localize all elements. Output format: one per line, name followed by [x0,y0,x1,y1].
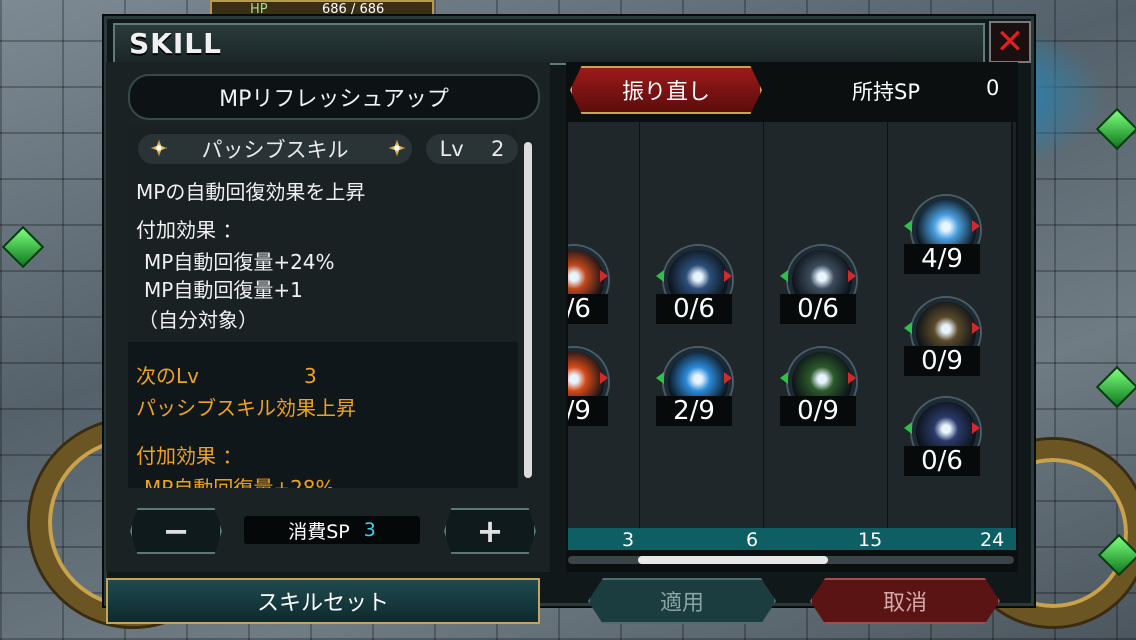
next-level-value: 3 [304,364,317,388]
arrow-right-icon [724,270,732,282]
waypoint-gem-right-mid [1095,365,1136,409]
tree-scrollbar[interactable] [568,556,1014,564]
arrow-right-icon [972,220,980,232]
scroll-thumb[interactable] [524,142,532,478]
title-bar: SKILL [113,23,985,65]
skill-node-level: 4/9 [904,244,980,274]
arrow-right-icon [600,270,608,282]
next-effect-header: 付加効果 ： [136,444,243,468]
arrow-left-icon [904,322,912,334]
level-label: Lv [439,137,464,161]
waypoint-gem-left [1,225,45,269]
skill-node[interactable]: 0/6 [632,246,756,326]
skillset-button[interactable]: スキルセット [106,578,540,624]
skill-level-pill: Lv 2 [426,134,518,164]
plus-icon: + [476,512,504,550]
tier-label: 3 [622,529,635,551]
skill-node-level: 0/9 [780,396,856,426]
arrow-right-icon [972,322,980,334]
close-icon: ✕ [995,22,1025,62]
effect-header: 付加効果 ： [136,218,243,242]
tier-label: 6 [746,529,759,551]
owned-sp-value: 0 [986,76,1000,100]
arrow-right-icon [600,372,608,384]
tree-column [764,122,889,530]
arrow-right-icon [848,270,856,282]
cancel-button[interactable]: 取消 [810,578,1000,624]
arrow-left-icon [780,270,788,282]
plus-button[interactable]: + [444,508,536,554]
hp-label: HP [250,2,268,17]
sp-cost-value: 3 [363,519,376,541]
tree-column [568,122,641,530]
window-title: SKILL [129,27,222,60]
skillset-label: スキルセット [256,591,389,616]
skill-node-level: 0/6 [780,294,856,324]
skill-tree-grid[interactable]: 0/6 4/9 0/6 2/9 0/6 0/9 4/9 0/9 0/6 [568,122,1016,530]
arrow-left-icon [656,270,664,282]
sp-cost-label: 消費SP [288,520,350,543]
next-level-box: 次のLv 3 パッシブスキル効果上昇 付加効果 ： MP自動回復量+28% [128,342,518,488]
skill-node[interactable]: 0/9 [756,348,880,428]
skill-node[interactable]: 2/9 [632,348,756,428]
next-effect-line: MP自動回復量+28% [144,476,335,488]
reset-label: 振り直し [621,80,710,105]
description-line: MPの自動回復効果を上昇 [136,180,366,204]
skill-node[interactable]: 0/6 [756,246,880,326]
arrow-left-icon [656,372,664,384]
skill-node-level: 0/6 [904,446,980,476]
next-level-description: パッシブスキル効果上昇 [136,396,356,420]
skill-type-row: パッシブスキル Lv 2 [138,134,518,164]
skill-node-level: 0/9 [904,346,980,376]
skill-node-level: 0/6 [568,294,608,324]
skill-type: パッシブスキル [201,138,349,162]
hp-value: 686 / 686 [322,2,385,17]
tree-column [640,122,765,530]
effect-line: MP自動回復量+24% [144,250,335,274]
skill-type-pill: パッシブスキル [138,134,412,164]
owned-sp-label: 所持SP [852,80,920,104]
description-scrollbar[interactable] [524,142,532,478]
arrow-left-icon [780,372,788,384]
minus-button[interactable]: − [130,508,222,554]
arrow-left-icon [904,422,912,434]
tier-label: 24 [980,529,1005,551]
skill-node[interactable]: 0/9 [880,298,1004,378]
apply-button[interactable]: 適用 [588,578,776,624]
next-level-label: 次のLv [136,364,199,388]
skill-node-level: 4/9 [568,396,608,426]
arrow-right-icon [848,372,856,384]
arrow-right-icon [724,372,732,384]
effect-line: MP自動回復量+1 [144,278,303,302]
skill-node[interactable]: 4/9 [568,348,632,428]
sp-cost-display: 消費SP 3 [244,516,420,544]
waypoint-gem-right-top [1095,107,1136,151]
minus-icon: − [162,512,190,550]
apply-label: 適用 [659,591,704,616]
star-icon [388,139,406,157]
skill-node-level: 0/6 [656,294,732,324]
effect-line: （自分対象） [138,308,258,332]
arrow-right-icon [972,422,980,434]
reset-button[interactable]: 振り直し [570,66,762,114]
skill-node[interactable]: 0/6 [568,246,632,326]
level-value: 2 [490,137,505,161]
arrow-left-icon [904,220,912,232]
skill-node[interactable]: 0/6 [880,398,1004,478]
skill-node[interactable]: 4/9 [880,196,1004,276]
tier-label: 15 [858,529,883,551]
cancel-label: 取消 [882,591,927,616]
skill-description[interactable]: パッシブスキル Lv 2 MPの自動回復効果を上昇 付加効果 ： MP自動回復量… [128,126,518,488]
close-button[interactable]: ✕ [989,21,1031,63]
skill-name: MPリフレッシュアップ [128,74,540,120]
skill-node-level: 2/9 [656,396,732,426]
star-icon [150,139,168,157]
tier-bar: 3 6 15 24 [568,528,1016,551]
scroll-thumb[interactable] [638,556,828,564]
